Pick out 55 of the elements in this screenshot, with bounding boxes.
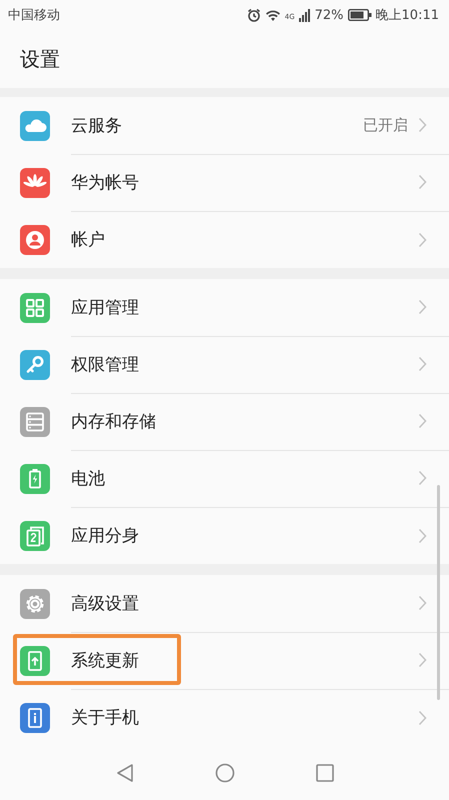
storage-icon (20, 406, 50, 436)
chevron-icon (418, 595, 427, 611)
grid-icon (20, 292, 50, 322)
item-label: 权限管理 (71, 354, 140, 376)
item-label: 云服务 (71, 114, 123, 136)
status-value: 已开启 (363, 116, 408, 134)
wifi-icon (264, 8, 281, 22)
item-label: 内存和存储 (71, 410, 157, 432)
chevron-icon (418, 710, 427, 726)
battery-icon (20, 464, 50, 494)
home-icon (214, 762, 234, 782)
settings-item[interactable]: 内存和存储 (0, 393, 449, 450)
item-label: 系统更新 (71, 650, 140, 672)
recents-icon (314, 762, 334, 782)
chevron-icon (418, 652, 427, 668)
item-label: 关于手机 (71, 707, 140, 729)
item-label: 华为帐号 (71, 172, 140, 194)
alarm-icon (246, 8, 261, 22)
chevron-icon (418, 470, 427, 486)
person-icon (20, 224, 50, 254)
settings-item[interactable]: 应用管理 (0, 279, 449, 336)
item-label: 应用分身 (71, 525, 140, 547)
phone-upload-icon (20, 646, 50, 676)
settings-item[interactable]: 华为帐号 (0, 154, 449, 211)
chevron-icon (418, 356, 427, 372)
two-cards-icon (20, 520, 50, 550)
screen-title: 设置 (20, 46, 60, 72)
chevron-icon (418, 232, 427, 248)
cloud-icon (20, 110, 50, 140)
settings-item[interactable]: 应用分身 (0, 507, 449, 564)
settings-item[interactable]: 系统更新 (0, 632, 449, 689)
chevron-icon (418, 413, 427, 429)
carrier-text: 中国移动 (8, 7, 60, 24)
settings-item[interactable]: 电池 (0, 450, 449, 507)
battery-percent-text: 72% (314, 8, 344, 22)
item-label: 帐户 (71, 229, 106, 251)
chevron-icon (418, 299, 427, 315)
settings-item[interactable]: 权限管理 (0, 336, 449, 393)
chevron-icon (418, 117, 427, 133)
chevron-icon (418, 528, 427, 544)
item-label: 电池 (71, 468, 106, 490)
item-label: 高级设置 (71, 592, 140, 614)
chevron-icon (418, 174, 427, 190)
info-icon (20, 702, 50, 732)
petals-icon (20, 168, 50, 198)
settings-item[interactable]: 关于手机 (0, 689, 449, 746)
clock-text: 晚上10:11 (376, 7, 439, 24)
key-icon (20, 350, 50, 380)
back-icon (114, 762, 134, 782)
settings-item[interactable]: 帐户 (0, 211, 449, 268)
battery-icon (348, 9, 372, 21)
settings-item[interactable]: 云服务 已开启 (0, 97, 449, 154)
settings-icon (20, 588, 50, 618)
signal-icon (298, 8, 311, 22)
item-label: 应用管理 (71, 296, 140, 318)
